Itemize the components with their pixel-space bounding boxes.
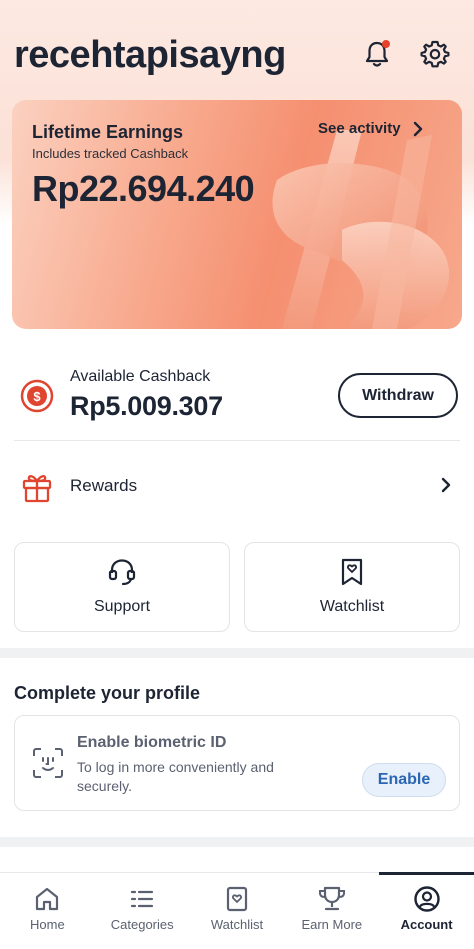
nav-earn-more[interactable]: Earn More — [284, 873, 379, 949]
withdraw-button[interactable]: Withdraw — [338, 373, 458, 418]
header: recehtapisayng — [0, 0, 474, 100]
home-icon — [36, 887, 59, 911]
nav-earn-more-label: Earn More — [301, 917, 363, 932]
support-label: Support — [93, 598, 151, 615]
section-separator — [0, 648, 474, 658]
cashback-amount: Rp5.009.307 — [70, 391, 223, 421]
biometric-card: Enable biometric ID To log in more conve… — [14, 715, 460, 811]
complete-profile-title: Complete your profile — [14, 683, 201, 703]
nav-account[interactable]: Account — [379, 872, 474, 949]
see-activity-label: See activity — [318, 120, 401, 137]
notification-button[interactable] — [359, 36, 395, 72]
watchlist-icon — [226, 886, 248, 912]
chevron-right-icon — [441, 477, 451, 493]
nav-home[interactable]: Home — [0, 873, 95, 949]
nav-watchlist-label: Watchlist — [210, 917, 264, 932]
available-cashback-row: $ Available Cashback Rp5.009.307 Withdra… — [0, 360, 474, 436]
support-tile[interactable]: Support — [14, 542, 230, 632]
notification-dot — [382, 40, 390, 48]
biometric-description: To log in more conveniently and securely… — [77, 759, 274, 794]
earnings-title: Lifetime Earnings — [32, 122, 184, 142]
cashback-label: Available Cashback — [70, 368, 211, 385]
face-id-icon — [33, 748, 63, 778]
biometric-title: Enable biometric ID — [77, 734, 227, 751]
svg-text:$: $ — [33, 389, 41, 404]
earnings-amount: Rp22.694.240 — [32, 168, 255, 209]
rewards-row[interactable]: Rewards — [0, 458, 474, 516]
headset-icon — [108, 559, 136, 586]
watchlist-label: Watchlist — [319, 598, 385, 615]
watchlist-icon — [341, 558, 363, 586]
watchlist-tile[interactable]: Watchlist — [244, 542, 460, 632]
chevron-right-icon — [413, 121, 422, 136]
enable-biometric-button[interactable]: Enable — [362, 763, 446, 797]
trophy-icon — [318, 886, 345, 911]
earnings-subtitle: Includes tracked Cashback — [32, 146, 189, 161]
gift-icon — [22, 475, 52, 503]
nav-categories-label: Categories — [110, 917, 174, 932]
nav-account-label: Account — [400, 917, 453, 932]
bottom-navigation: Home Categories Watchlist Earn More Acco… — [0, 872, 474, 949]
nav-watchlist[interactable]: Watchlist — [190, 873, 285, 949]
gear-icon — [420, 40, 450, 68]
account-icon — [413, 886, 440, 912]
username-title: recehtapisayng — [14, 34, 286, 76]
section-separator — [0, 837, 474, 847]
divider — [14, 440, 460, 441]
nav-categories[interactable]: Categories — [95, 873, 190, 949]
list-icon — [131, 890, 154, 908]
lifetime-earnings-card[interactable]: Lifetime Earnings Includes tracked Cashb… — [12, 100, 462, 329]
rewards-label: Rewards — [70, 476, 138, 495]
nav-home-label: Home — [30, 917, 65, 932]
settings-button[interactable] — [417, 36, 453, 72]
see-activity-link[interactable]: See activity — [318, 120, 423, 137]
coin-icon: $ — [20, 379, 54, 413]
